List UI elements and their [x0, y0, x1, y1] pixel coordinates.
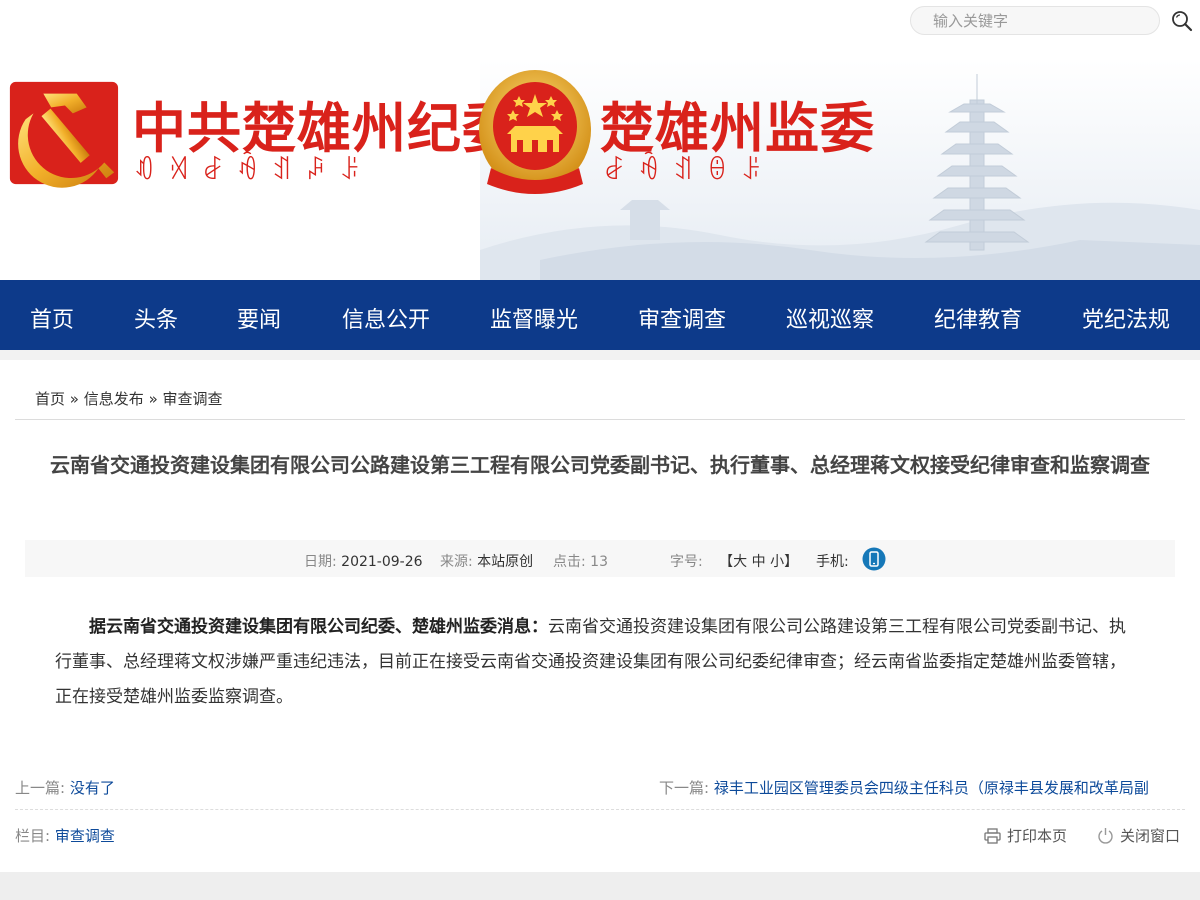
column-link[interactable]: 审查调查 — [55, 827, 115, 845]
mobile-phone-icon[interactable] — [862, 547, 886, 571]
close-window-button[interactable]: 关闭窗口 — [1097, 825, 1180, 846]
pager-divider — [15, 809, 1185, 810]
close-window-label: 关闭窗口 — [1120, 827, 1181, 845]
meta-clicks: 点击: 13 — [553, 551, 608, 571]
prev-article-link[interactable]: 没有了 — [70, 779, 115, 797]
meta-date: 日期: 2021-09-26 — [304, 551, 423, 571]
search-input[interactable] — [911, 7, 1159, 34]
printer-icon — [984, 827, 1001, 844]
site-title-supervision-yi-script: ꆀꆁꀊꎔꌠ — [604, 156, 776, 186]
meta-source-label: 来源: — [440, 554, 473, 570]
breadcrumb-info-release[interactable]: 信息发布 — [84, 390, 144, 408]
site-header: 中共楚雄州纪委 ꀒꄉꆀꆁꀊꇮꌠ 楚雄州监委 ꆀꆁꀊꎔꌠ — [0, 0, 1200, 280]
next-article: 下一篇: 禄丰工业园区管理委员会四级主任科员（原禄丰县发展和改革局副 — [659, 777, 1149, 798]
font-size-small-button[interactable]: 小 — [770, 554, 784, 570]
nav-item-news[interactable]: 要闻 — [237, 302, 281, 334]
national-emblem-logo — [479, 70, 591, 194]
search-box[interactable] — [910, 6, 1160, 35]
nav-item-inspection-tour[interactable]: 巡视巡察 — [786, 302, 874, 334]
breadcrumb-separator: » — [69, 390, 79, 408]
breadcrumb: 首页 » 信息发布 » 审查调查 — [35, 388, 223, 409]
meta-font-size-label: 字号: — [670, 554, 703, 570]
font-size-bracket-open: 【 — [719, 554, 734, 570]
prev-article-label: 上一篇: — [15, 779, 66, 797]
main-nav: 首页 头条 要闻 信息公开 监督曝光 审查调查 巡视巡察 纪律教育 党纪法规 — [0, 280, 1200, 350]
column-label: 栏目: — [15, 827, 51, 845]
next-article-label: 下一篇: — [659, 779, 710, 797]
nav-item-supervision-exposure[interactable]: 监督曝光 — [490, 302, 578, 334]
party-emblem-logo — [9, 81, 119, 188]
nav-item-info-disclosure[interactable]: 信息公开 — [342, 302, 430, 334]
breadcrumb-divider — [15, 419, 1185, 420]
column-info: 栏目: 审查调查 — [15, 825, 115, 846]
font-size-medium-button[interactable]: 中 — [752, 554, 766, 570]
footer-bar — [0, 872, 1200, 900]
breadcrumb-separator: » — [148, 390, 158, 408]
print-page-button[interactable]: 打印本页 — [984, 825, 1067, 846]
nav-item-party-regulations[interactable]: 党纪法规 — [1082, 302, 1170, 334]
print-page-label: 打印本页 — [1007, 827, 1068, 845]
article-title: 云南省交通投资建设集团有限公司公路建设第三工程有限公司党委副书记、执行董事、总经… — [50, 453, 1150, 477]
font-size-large-button[interactable]: 大 — [733, 554, 747, 570]
nav-item-headlines[interactable]: 头条 — [134, 302, 178, 334]
next-article-link[interactable]: 禄丰工业园区管理委员会四级主任科员（原禄丰县发展和改革局副 — [714, 779, 1149, 797]
font-size-bracket-close: 】 — [784, 554, 799, 570]
search-icon[interactable] — [1170, 9, 1194, 33]
meta-clicks-value: 13 — [590, 554, 608, 570]
meta-mobile: 手机: — [816, 551, 849, 571]
article-lead: 据云南省交通投资建设集团有限公司纪委、楚雄州监委消息： — [89, 617, 548, 637]
breadcrumb-home[interactable]: 首页 — [35, 390, 65, 408]
meta-clicks-label: 点击: — [553, 554, 586, 570]
article-body: 据云南省交通投资建设集团有限公司纪委、楚雄州监委消息：云南省交通投资建设集团有限… — [55, 610, 1140, 715]
site-title-cpc-yi-script: ꀒꄉꆀꆁꀊꇮꌠ — [134, 156, 375, 186]
meta-mobile-label: 手机: — [816, 554, 849, 570]
meta-date-value: 2021-09-26 — [341, 554, 423, 570]
meta-source: 来源: 本站原创 — [440, 551, 533, 571]
section-gap — [0, 350, 1200, 360]
meta-date-label: 日期: — [304, 554, 337, 570]
meta-source-value: 本站原创 — [477, 554, 534, 570]
breadcrumb-review-investigation[interactable]: 审查调查 — [163, 390, 223, 408]
power-icon — [1098, 828, 1113, 844]
nav-item-review-investigation[interactable]: 审查调查 — [638, 302, 726, 334]
nav-item-home[interactable]: 首页 — [30, 302, 74, 334]
nav-item-discipline-education[interactable]: 纪律教育 — [934, 302, 1022, 334]
meta-font-size: 字号: 【大 中 小】 — [670, 551, 798, 571]
prev-article: 上一篇: 没有了 — [15, 777, 115, 798]
